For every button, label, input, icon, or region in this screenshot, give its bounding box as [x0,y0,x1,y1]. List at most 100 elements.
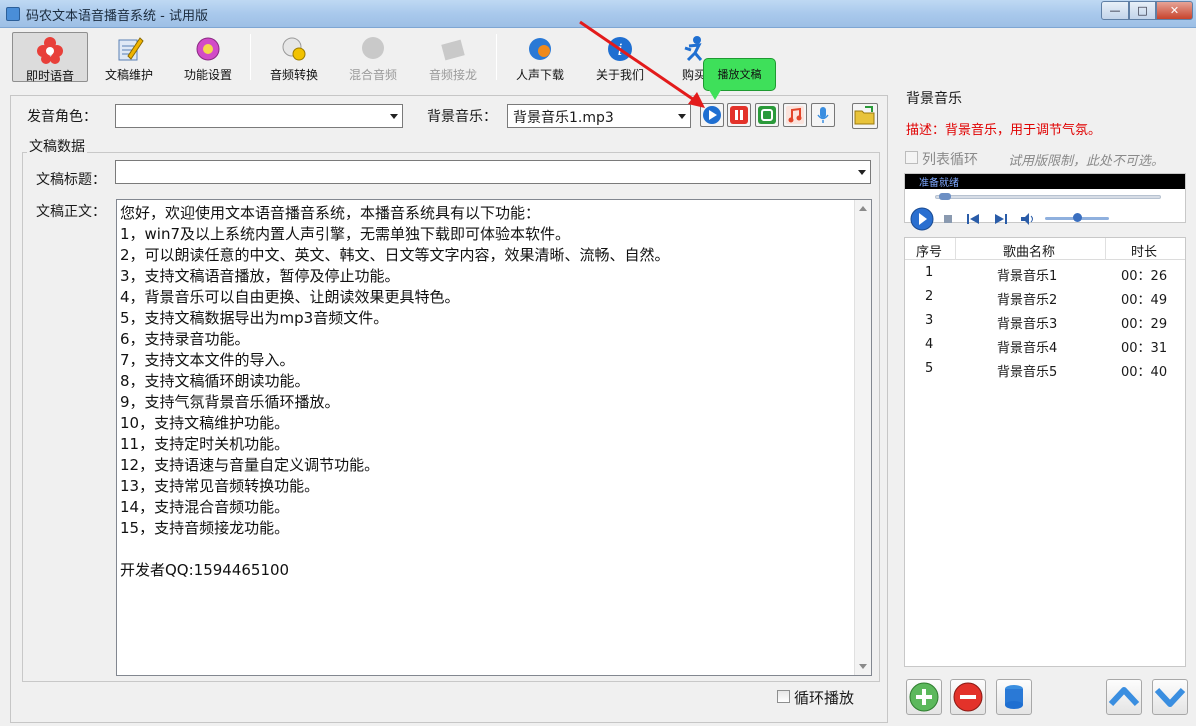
song-duration: 00：26 [1121,269,1168,284]
toolbar-audio-chain-button[interactable]: 音频接龙 [420,32,486,82]
volume-icon[interactable] [1021,213,1037,225]
pause-button[interactable] [727,103,751,127]
svg-text:i: i [617,40,622,59]
media-player: 准备就绪 [904,173,1186,231]
seek-knob[interactable] [939,193,951,200]
column-separator [1105,238,1106,260]
loop-play-label: 循环播放 [794,689,855,707]
record-button[interactable] [811,103,835,127]
document-body-line: 15，支持音频接龙功能。 [120,519,290,537]
document-group-title: 文稿数据 [27,136,87,156]
volume-knob[interactable] [1073,213,1082,222]
tooltip-tail [709,90,721,100]
add-song-button[interactable] [906,679,942,715]
song-row[interactable]: 4 背景音乐4 00：31 [905,334,1185,358]
toolbar-about-button[interactable]: i 关于我们 [588,32,652,82]
add-icon [909,682,939,712]
document-body-line: 10，支持文稿维护功能。 [120,414,290,432]
document-title-select[interactable] [115,160,871,184]
song-name: 背景音乐3 [997,317,1058,332]
audio-convert-icon [282,37,306,61]
stop-button[interactable] [755,103,779,127]
move-up-button[interactable] [1106,679,1142,715]
document-body-line: 5，支持文稿数据导出为mp3音频文件。 [120,309,389,327]
app-icon [6,7,20,21]
scroll-up-icon [859,206,867,211]
player-stop-icon[interactable] [943,214,953,224]
player-prev-icon[interactable] [967,214,979,224]
remove-song-button[interactable] [950,679,986,715]
open-file-button[interactable] [852,103,878,129]
play-button[interactable] [700,103,724,127]
flower-icon [37,37,63,64]
maximize-button[interactable]: □ [1129,1,1156,20]
player-play-icon[interactable] [909,206,935,232]
document-body-textarea[interactable]: 您好，欢迎使用文本语音播音系统，本播音系统具有以下功能： 1，win7及以上系统内… [116,199,872,676]
bgm-select[interactable]: 背景音乐1.mp3 [507,104,691,128]
document-body-line: 14，支持混合音频功能。 [120,498,290,516]
document-body-line: 2，可以朗读任意的中文、英文、韩文、日文等文字内容，效果清晰、流畅、自然。 [120,246,670,264]
bgm-panel: 背景音乐 描述：背景音乐，用于调节气氛。 列表循环 试用版限制，此处不可选。 准… [896,86,1194,726]
edit-document-icon [118,37,144,61]
song-index: 3 [925,313,934,328]
bgm-select-value: 背景音乐1.mp3 [513,110,614,126]
toolbar-separator [250,34,251,80]
toolbar-settings-button[interactable]: 功能设置 [176,32,240,82]
seek-bar[interactable] [935,195,1161,199]
document-body-line: 4，背景音乐可以自由更换、让朗读效果更具特色。 [120,288,460,306]
play-icon [703,106,721,124]
main-toolbar: 即时语音 文稿维护 功能设置 音频转换 混合音频 音频接龙 人声下载 i 关于我… [0,28,1196,86]
song-index: 2 [925,289,934,304]
toolbar-mix-audio-button[interactable]: 混合音频 [340,32,406,82]
document-body-line: 开发者QQ:1594465100 [120,561,290,579]
bgm-panel-title: 背景音乐 [906,91,962,107]
list-loop-label: 列表循环 [922,152,978,168]
toolbar-audio-convert-button[interactable]: 音频转换 [262,32,326,82]
song-row[interactable]: 3 背景音乐3 00：29 [905,310,1185,334]
song-list-header: 序号 歌曲名称 时长 [905,238,1185,260]
song-name: 背景音乐5 [997,365,1058,380]
close-button[interactable]: ✕ [1156,1,1193,20]
song-library-button[interactable] [996,679,1032,715]
song-index: 4 [925,337,934,352]
minimize-button[interactable]: — [1101,1,1129,20]
player-status-bar: 准备就绪 [905,174,1185,189]
toolbar-document-maintain-button[interactable]: 文稿维护 [96,32,162,82]
remove-icon [953,682,983,712]
song-row[interactable]: 5 背景音乐5 00：40 [905,358,1185,382]
database-icon [1005,685,1023,709]
player-status: 准备就绪 [919,178,959,189]
toolbar-instant-voice-button[interactable]: 即时语音 [12,32,88,83]
gear-icon [196,37,220,61]
toolbar-label: 混合音频 [348,68,397,82]
song-duration: 00：31 [1121,341,1168,356]
column-header-name: 歌曲名称 [1003,245,1056,260]
toolbar-separator [496,34,497,80]
window-title: 码农文本语音播音系统 - 试用版 [26,9,208,24]
move-up-icon [1108,687,1140,707]
document-body-line: 3，支持文稿语音播放，暂停及停止功能。 [120,267,400,285]
voice-download-icon [529,38,551,60]
bgm-description: 描述：背景音乐，用于调节气氛。 [906,123,1102,138]
loop-play-checkbox[interactable] [777,690,790,703]
song-row[interactable]: 2 背景音乐2 00：49 [905,286,1185,310]
song-row[interactable]: 1 背景音乐1 00：26 [905,262,1185,286]
song-list: 序号 歌曲名称 时长 1 背景音乐1 00：26 2 背景音乐2 00：49 3 背景音乐3 0… [904,237,1186,667]
move-down-button[interactable] [1152,679,1188,715]
chevron-down-icon [390,114,398,119]
bgm-label: 背景音乐： [427,109,497,125]
toolbar-voice-download-button[interactable]: 人声下载 [508,32,572,82]
document-body-line: 6，支持录音功能。 [120,330,250,348]
vertical-scrollbar[interactable] [854,200,871,675]
info-icon: i [608,37,632,61]
move-down-icon [1154,687,1186,707]
voice-role-label: 发音角色： [27,109,97,125]
player-next-icon[interactable] [995,214,1007,224]
export-mp3-button[interactable] [783,103,807,127]
pause-icon [730,106,748,124]
column-header-index: 序号 [916,245,943,260]
list-loop-checkbox[interactable] [905,151,918,164]
song-duration: 00：29 [1121,317,1168,332]
song-name: 背景音乐4 [997,341,1058,356]
voice-role-select[interactable] [115,104,403,128]
